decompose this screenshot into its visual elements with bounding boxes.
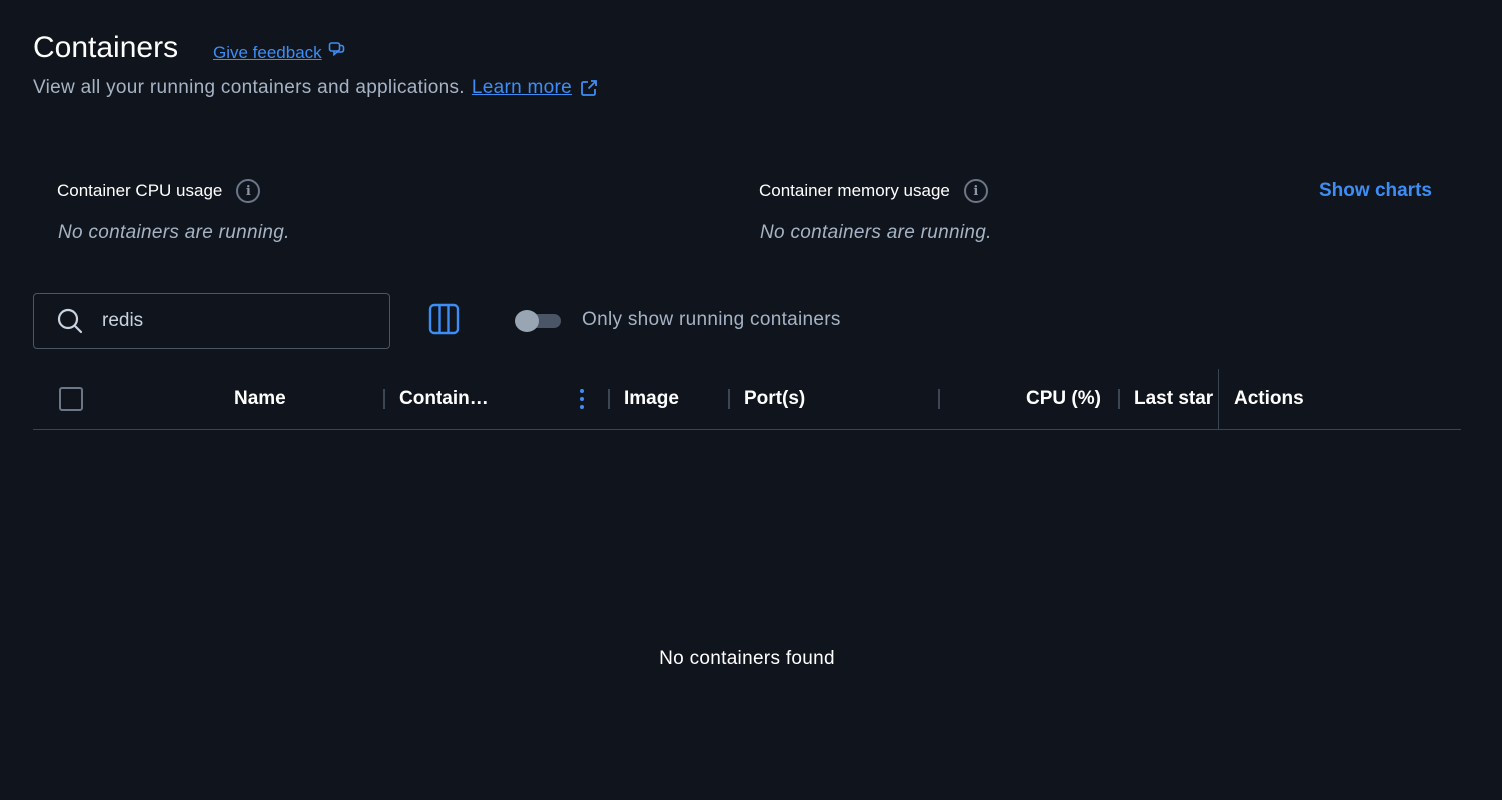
empty-state-message: No containers found (659, 648, 835, 669)
memory-usage-label: Container memory usage i (759, 179, 988, 203)
external-link-icon[interactable] (580, 79, 598, 97)
column-header-actions: Actions (1234, 388, 1304, 409)
table-header: Name Contain… Image Port(s) CPU (%) Last… (33, 369, 1461, 430)
search-input[interactable] (102, 310, 342, 332)
column-header-container-id[interactable]: Contain… (399, 387, 489, 411)
actions-divider (1218, 369, 1219, 429)
columns-toggle-button[interactable] (428, 303, 460, 340)
cpu-usage-title: Container CPU usage (57, 181, 223, 200)
column-header-name[interactable]: Name (234, 387, 286, 411)
running-only-toggle[interactable] (515, 310, 561, 332)
column-separator[interactable] (1118, 389, 1120, 409)
column-separator[interactable] (608, 389, 610, 409)
column-header-ports[interactable]: Port(s) (744, 387, 805, 411)
column-header-cpu[interactable]: CPU (%) (1026, 387, 1101, 411)
cpu-usage-label: Container CPU usage i (57, 179, 261, 203)
search-icon (56, 307, 84, 335)
search-field[interactable] (33, 293, 390, 349)
give-feedback-link[interactable]: Give feedback (213, 41, 346, 64)
column-header-image[interactable]: Image (624, 387, 679, 411)
containers-page: Containers Give feedback View all your r… (0, 0, 1502, 800)
column-separator[interactable] (383, 389, 385, 409)
columns-icon (428, 303, 460, 340)
memory-info-icon[interactable]: i (963, 179, 988, 203)
learn-more-link[interactable]: Learn more (472, 77, 572, 99)
column-separator[interactable] (938, 389, 940, 409)
select-all-checkbox[interactable] (59, 387, 83, 411)
page-subtitle: View all your running containers and app… (33, 77, 598, 99)
page-title: Containers (33, 31, 179, 64)
subtitle-text: View all your running containers and app… (33, 77, 465, 98)
running-only-label: Only show running containers (582, 309, 841, 330)
cpu-info-icon[interactable]: i (236, 179, 261, 203)
give-feedback-label: Give feedback (213, 42, 322, 62)
column-separator[interactable] (728, 389, 730, 409)
feedback-chat-icon (328, 41, 346, 64)
column-header-last-started[interactable]: Last star (1134, 387, 1218, 411)
column-menu-icon[interactable] (577, 387, 587, 411)
memory-usage-title: Container memory usage (759, 181, 950, 200)
cpu-usage-empty: No containers are running. (58, 222, 290, 243)
toggle-knob (515, 310, 539, 332)
show-charts-button[interactable]: Show charts (1319, 180, 1432, 202)
memory-usage-empty: No containers are running. (760, 222, 992, 243)
